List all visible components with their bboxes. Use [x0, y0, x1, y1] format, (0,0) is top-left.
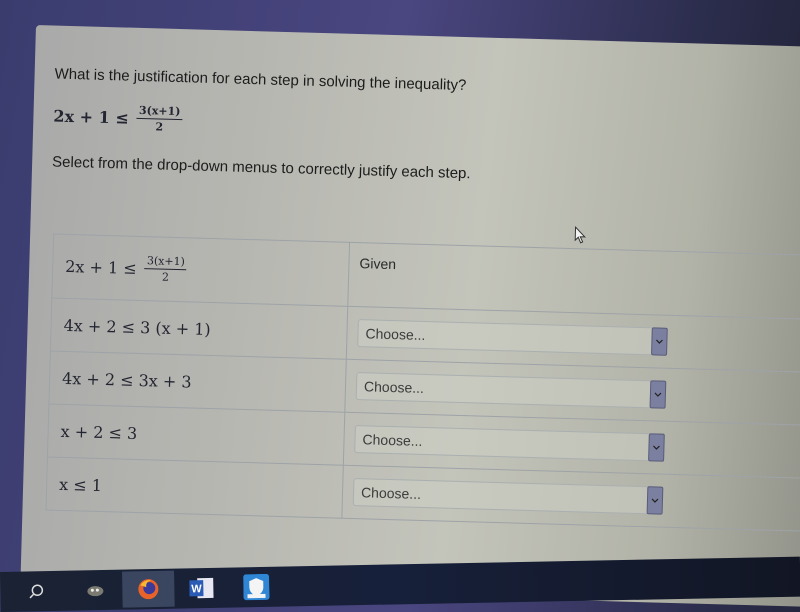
chevron-down-icon[interactable]	[648, 433, 665, 462]
search-icon[interactable]	[22, 577, 51, 606]
step-expression: 4x + 2 ≤ 3 (x + 1)	[50, 298, 348, 360]
question-instructions: Select from the drop-down menus to corre…	[51, 153, 471, 183]
dropdown-value: Choose...	[362, 431, 423, 449]
step-expression-lhs: 2x + 1 ≤	[65, 256, 137, 278]
justification-dropdown[interactable]: Choose...	[352, 478, 664, 515]
question-page: What is the justification for each step …	[20, 25, 800, 608]
step-expression: x ≤ 1	[45, 456, 344, 519]
chevron-down-icon[interactable]	[649, 380, 667, 409]
mouse-cursor-icon	[574, 226, 586, 244]
fraction-numerator: 3(x+1)	[136, 103, 183, 121]
step-expression: x + 2 ≤ 3	[47, 404, 345, 466]
steps-table: 2x + 1 ≤ 3(x+1) 2 Given 4x + 2 ≤ 3 (x + …	[45, 234, 800, 532]
fraction-denominator: 2	[155, 120, 164, 134]
step-expression: 4x + 2 ≤ 3x + 3	[48, 351, 347, 413]
svg-text:W: W	[191, 583, 202, 595]
dropdown-value: Choose...	[360, 484, 422, 502]
shield-app-icon[interactable]	[242, 573, 271, 602]
chevron-down-icon[interactable]	[651, 327, 668, 356]
dropdown-value: Choose...	[365, 325, 426, 343]
dropdown-value: Choose...	[363, 378, 425, 396]
chevron-down-icon[interactable]	[646, 486, 664, 515]
word-icon[interactable]: W	[188, 574, 217, 603]
fraction-denominator: 2	[161, 270, 170, 284]
fraction-numerator: 3(x+1)	[144, 254, 188, 271]
gimp-icon[interactable]	[80, 576, 109, 605]
question-inequality: 2x + 1 ≤ 3(x+1) 2	[53, 102, 183, 135]
step-expression: 2x + 1 ≤ 3(x+1) 2	[51, 234, 350, 307]
step-fraction: 3(x+1) 2	[144, 254, 188, 284]
inequality-lhs: 2x + 1 ≤	[53, 106, 130, 128]
justification-dropdown[interactable]: Choose...	[357, 319, 668, 356]
inequality-fraction: 3(x+1) 2	[136, 103, 183, 134]
firefox-icon[interactable]	[122, 570, 175, 608]
justification-dropdown[interactable]: Choose...	[354, 425, 665, 462]
justification-dropdown[interactable]: Choose...	[355, 372, 667, 409]
question-title: What is the justification for each step …	[54, 65, 467, 95]
